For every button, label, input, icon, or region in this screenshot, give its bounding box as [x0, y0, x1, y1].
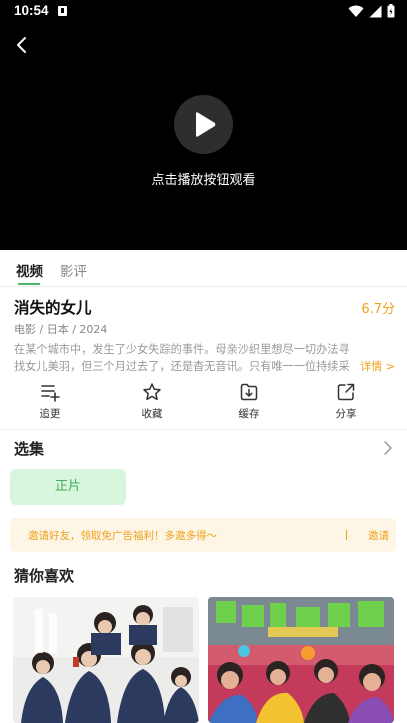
status-icons [348, 4, 395, 18]
star-icon [143, 383, 161, 401]
recommend-poster-1[interactable] [13, 597, 199, 723]
recommend-title: 猜你喜欢 [14, 567, 75, 585]
invite-button[interactable]: 邀请 [368, 528, 389, 543]
episode-item[interactable]: 正片 [10, 469, 126, 505]
follow-label: 追更 [39, 408, 61, 420]
download-label: 缓存 [238, 408, 260, 420]
poster-image-1 [13, 597, 199, 723]
download-icon [240, 383, 258, 401]
active-tab-indicator [18, 283, 40, 285]
status-bar: 10:54 [0, 0, 407, 26]
episodes-title: 选集 [14, 440, 45, 458]
status-time: 10:54 [14, 3, 49, 18]
movie-score: 6.7分 [361, 302, 395, 317]
share-icon [337, 383, 355, 401]
details-link[interactable]: 详情 > [360, 358, 395, 374]
play-hint: 点击播放按钮观看 [151, 173, 256, 188]
wifi-icon [348, 5, 364, 17]
share-label: 分享 [335, 408, 357, 420]
action-bar: 追更 收藏 缓存 分享 [0, 380, 407, 426]
back-button[interactable] [12, 34, 34, 56]
favorite-button[interactable]: 收藏 [122, 380, 182, 421]
poster-image-2 [208, 597, 394, 723]
tab-video[interactable]: 视频 [16, 260, 43, 280]
invite-separator [346, 530, 347, 540]
movie-title: 消失的女儿 [14, 299, 92, 317]
share-button[interactable]: 分享 [316, 380, 376, 421]
content-tabs: 视频 影评 [0, 250, 407, 287]
chevron-left-icon [17, 37, 26, 53]
recommend-poster-2[interactable] [208, 597, 394, 723]
download-button[interactable]: 缓存 [219, 380, 279, 421]
invite-banner[interactable]: 邀请好友，领取免广告福利！多邀多得～ 邀请 [10, 518, 396, 552]
play-icon [196, 112, 216, 137]
notification-icon [58, 6, 67, 16]
chevron-right-icon [384, 441, 392, 455]
tab-review[interactable]: 影评 [60, 260, 87, 280]
cell-signal-icon [369, 5, 382, 17]
movie-description: 在某个城市中，发生了少女失踪的事件。母亲沙织里想尽一切办法寻找女儿美羽，但三个月… [14, 343, 350, 373]
favorite-label: 收藏 [141, 408, 163, 420]
video-player[interactable]: 10:54 点击播放按钮观看 [0, 0, 407, 250]
battery-icon [387, 4, 395, 18]
invite-text: 邀请好友，领取免广告福利！多邀多得～ [28, 530, 217, 542]
episodes-more-button[interactable] [383, 440, 393, 460]
play-button[interactable] [174, 95, 233, 154]
movie-meta: 电影 / 日本 / 2024 [14, 323, 108, 336]
section-divider [0, 429, 407, 430]
playlist-add-icon [41, 385, 60, 402]
follow-button[interactable]: 追更 [20, 380, 80, 421]
